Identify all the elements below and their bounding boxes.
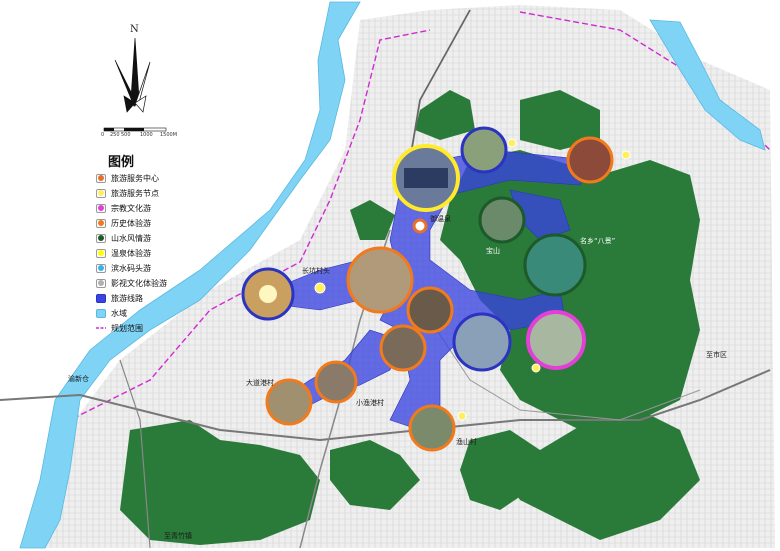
- place-label: 渝新仓: [68, 375, 89, 383]
- place-label: 小渔港村: [356, 399, 384, 407]
- legend-item: 山水风情游: [96, 231, 151, 245]
- legend-title: 图例: [108, 155, 135, 170]
- north-label: N: [130, 24, 139, 35]
- legend-item: 旅游服务中心: [96, 171, 159, 185]
- service-node-icon: [96, 188, 106, 198]
- place-label: 至市区: [706, 351, 727, 359]
- landscape-dot-icon: [96, 233, 106, 243]
- site-circle: [379, 324, 427, 372]
- site-circle: [478, 196, 526, 244]
- scale-tick: 1500M: [160, 132, 178, 138]
- film-dot-icon: [96, 278, 106, 288]
- site-circle: [314, 360, 358, 404]
- place-label: 大道港村: [246, 379, 274, 387]
- scale-tick: 250: [110, 132, 120, 138]
- site-circle: [523, 233, 587, 297]
- legend-item: 历史体验游: [96, 216, 151, 230]
- service-center-icon: [412, 218, 428, 234]
- place-label: 名乡“八景”: [580, 237, 616, 245]
- place-label: 至青竹镇: [164, 532, 192, 540]
- legend-item: 影视文化体验游: [96, 276, 167, 290]
- north-arrow-icon: [114, 37, 151, 113]
- site-circle: [566, 136, 614, 184]
- service-node-icon: [531, 363, 541, 373]
- legend-item: 规划范围: [96, 321, 143, 335]
- site-circle: [406, 286, 454, 334]
- service-node-icon: [457, 411, 467, 421]
- scale-tick: 0: [101, 132, 105, 138]
- site-circle: [452, 312, 512, 372]
- scale-tick: 500: [121, 132, 131, 138]
- hotspring-dot-icon: [96, 248, 106, 258]
- place-label: 渔山村: [456, 438, 477, 446]
- history-dot-icon: [96, 218, 106, 228]
- legend-item: 水域: [96, 306, 127, 320]
- scale-tick: 1000: [140, 132, 153, 138]
- service-node-icon: [621, 150, 631, 160]
- service-node-icon: [507, 138, 517, 148]
- place-label: 长坑村头: [302, 267, 330, 275]
- site-circle: [460, 126, 508, 174]
- legend-item: 宗教文化游: [96, 201, 151, 215]
- boundary-dash-icon: [96, 324, 106, 333]
- legend-item: 旅游服务节点: [96, 186, 159, 200]
- religion-dot-icon: [96, 203, 106, 213]
- waterfront-dot-icon: [96, 263, 106, 273]
- service-node-icon: [314, 282, 326, 294]
- site-circle: [408, 404, 456, 452]
- place-label: 御温泉: [430, 215, 451, 223]
- service-center-icon: [96, 173, 106, 183]
- legend-item: 旅游线路: [96, 291, 143, 305]
- route-band-icon: [96, 293, 106, 303]
- legend-item: 滨水码头游: [96, 261, 151, 275]
- site-circle: [526, 310, 586, 370]
- water-fill-icon: [96, 308, 106, 318]
- scale-bar: [103, 127, 167, 132]
- legend-item: 温泉体验游: [96, 246, 151, 260]
- place-label: 宝山: [486, 247, 500, 255]
- site-circle: [346, 246, 414, 314]
